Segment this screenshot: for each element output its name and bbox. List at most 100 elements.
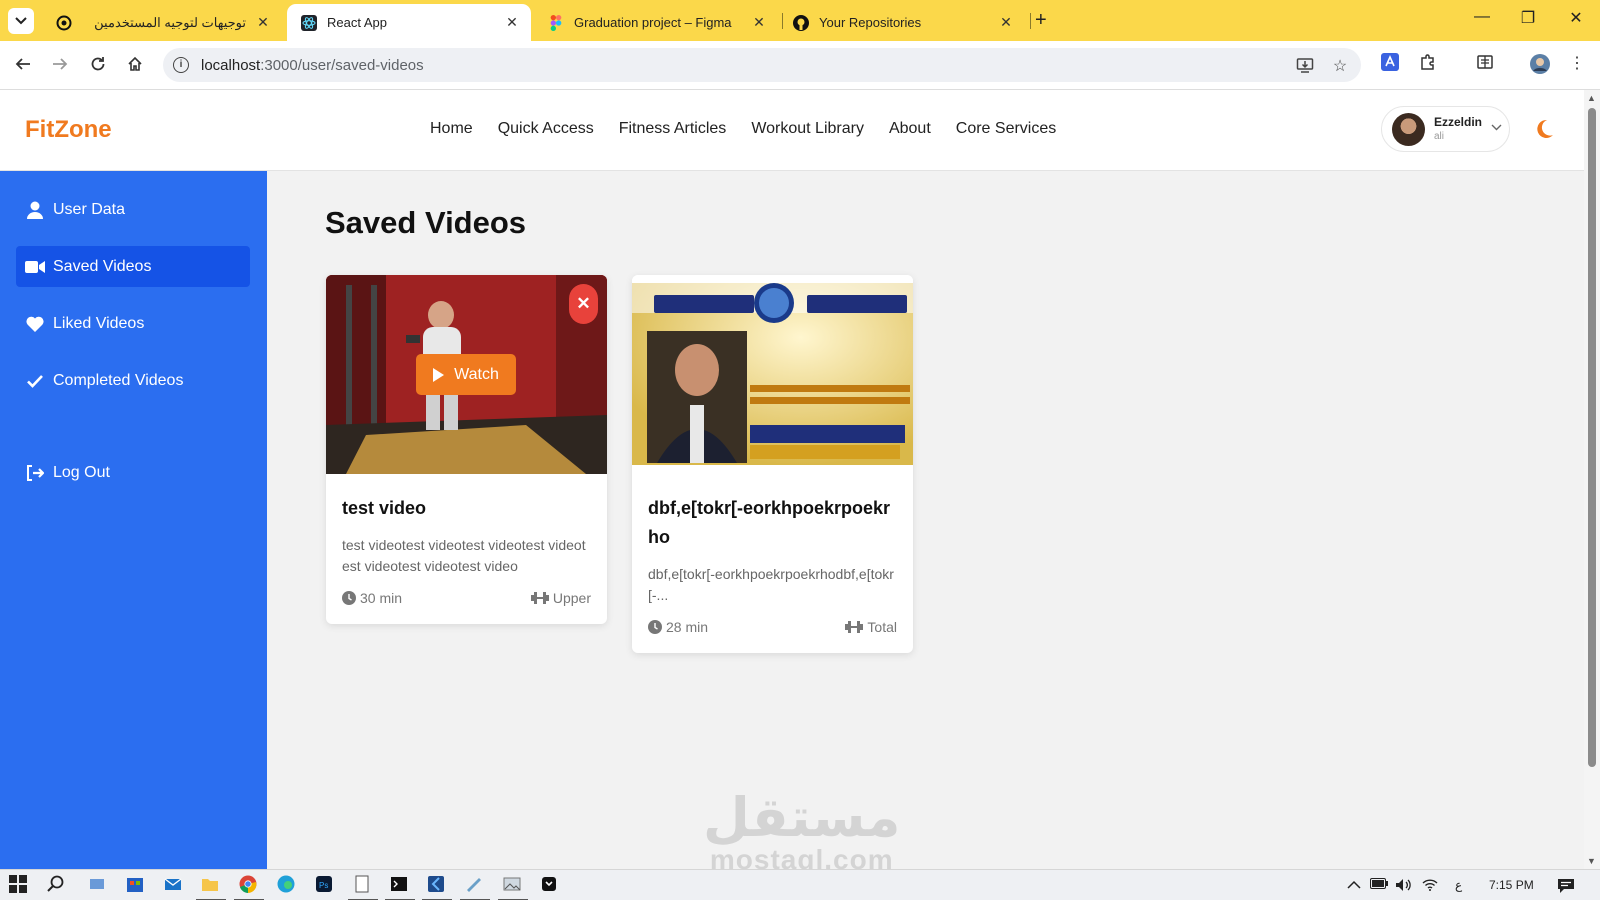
notepad-icon[interactable] <box>348 875 378 900</box>
video-card[interactable]: ✕ Watch test video test videotest videot… <box>326 275 607 624</box>
openai-icon <box>56 15 72 31</box>
browser-tab-2[interactable]: React App ✕ <box>287 4 531 41</box>
sidebar-item-liked-videos[interactable]: Liked Videos <box>16 303 250 344</box>
nav-workout-library[interactable]: Workout Library <box>751 120 864 138</box>
user-menu-button[interactable]: Ezzeldin ali <box>1381 106 1510 152</box>
clock-icon <box>342 591 356 605</box>
os-taskbar: Ps ع 7:15 PM <box>0 869 1600 900</box>
terminal-icon[interactable] <box>385 875 415 900</box>
watch-button[interactable]: Watch <box>416 354 516 395</box>
search-icon[interactable] <box>47 875 67 895</box>
user-icon <box>25 201 45 219</box>
files-app-icon[interactable] <box>88 875 108 895</box>
edge-icon[interactable] <box>277 875 297 895</box>
wifi-icon[interactable] <box>1422 878 1438 894</box>
reading-list-icon[interactable] <box>1473 53 1497 77</box>
logout-button[interactable]: Log Out <box>16 452 250 493</box>
app-icon[interactable] <box>460 875 490 900</box>
minimize-icon[interactable]: — <box>1472 8 1492 26</box>
mail-icon[interactable] <box>164 875 184 895</box>
vscode-icon[interactable] <box>422 875 452 900</box>
clock-time[interactable]: 7:15 PM <box>1489 878 1534 892</box>
dark-mode-toggle-moon-icon[interactable] <box>1533 118 1555 140</box>
logout-icon <box>25 464 45 481</box>
store-icon[interactable] <box>126 875 146 895</box>
duration-text: 28 min <box>666 619 709 635</box>
sidebar: User Data Saved Videos Liked Videos Comp… <box>0 171 267 869</box>
chrome-icon[interactable] <box>234 875 264 900</box>
input-language-indicator[interactable]: ع <box>1455 878 1462 892</box>
sidebar-item-saved-videos[interactable]: Saved Videos <box>16 246 250 287</box>
close-icon[interactable]: ✕ <box>997 14 1015 31</box>
video-thumbnail[interactable]: ✕ Watch <box>326 275 607 474</box>
nav-core-services[interactable]: Core Services <box>956 120 1056 138</box>
volume-icon[interactable] <box>1395 878 1413 895</box>
extension-translate-icon[interactable] <box>1378 53 1402 77</box>
user-name: Ezzeldin <box>1434 115 1483 129</box>
sidebar-item-label: Saved Videos <box>53 257 152 275</box>
video-card[interactable]: dbf,e[tokr[-eorkhpoekrpoekrho dbf,e[tokr… <box>632 275 913 653</box>
logout-label: Log Out <box>53 463 110 481</box>
tab-title: Graduation project – Figma <box>574 15 732 30</box>
tray-chevron-up-icon[interactable] <box>1347 878 1361 892</box>
check-icon <box>25 374 45 388</box>
close-icon[interactable]: ✕ <box>503 14 521 31</box>
app-logo[interactable]: FitZone <box>25 116 112 144</box>
tab-search-button[interactable] <box>8 8 34 34</box>
browser-tab-1[interactable]: توجيهات لتوجيه المستخدمين ✕ <box>48 4 280 41</box>
bookmark-star-icon[interactable]: ☆ <box>1330 56 1350 76</box>
clock-icon <box>648 620 662 634</box>
nav-fitness-articles[interactable]: Fitness Articles <box>619 120 727 138</box>
nav-about[interactable]: About <box>889 120 931 138</box>
battery-icon[interactable] <box>1370 878 1388 892</box>
dumbbell-icon <box>845 621 864 633</box>
video-title: dbf,e[tokr[-eorkhpoekrpoekrho <box>648 498 891 547</box>
site-info-icon[interactable]: i <box>173 57 189 73</box>
windows-start-icon[interactable] <box>9 875 29 895</box>
watermark-arabic: مستقل <box>703 786 901 849</box>
sidebar-item-completed-videos[interactable]: Completed Videos <box>16 360 250 401</box>
page-scrollbar[interactable]: ▲ ▼ <box>1584 90 1600 869</box>
browser-menu-icon[interactable]: ⋮ <box>1565 53 1589 77</box>
back-icon[interactable] <box>12 53 34 75</box>
video-thumbnail[interactable] <box>632 275 913 474</box>
notifications-icon[interactable] <box>1557 878 1575 897</box>
sidebar-item-user-data[interactable]: User Data <box>16 189 250 230</box>
video-description: dbf,e[tokr[-eorkhpoekrpoekrhodbf,e[tokr[… <box>648 566 894 603</box>
profile-avatar-icon[interactable] <box>1528 53 1552 77</box>
reload-icon[interactable] <box>87 53 109 75</box>
browser-tab-4[interactable]: Your Repositories ✕ <box>791 4 1023 41</box>
nav-home[interactable]: Home <box>430 120 473 138</box>
scroll-up-icon[interactable]: ▲ <box>1587 93 1596 103</box>
extensions-puzzle-icon[interactable] <box>1416 53 1440 77</box>
close-icon[interactable]: ✕ <box>750 14 768 31</box>
restore-icon[interactable]: ❐ <box>1518 8 1538 28</box>
nav-quick-access[interactable]: Quick Access <box>498 120 594 138</box>
image-viewer-icon[interactable] <box>498 875 528 900</box>
home-icon[interactable] <box>124 53 146 75</box>
svg-text:Ps: Ps <box>319 881 328 890</box>
close-window-icon[interactable]: ✕ <box>1566 8 1586 28</box>
tab-separator <box>782 13 783 29</box>
forward-icon[interactable] <box>49 53 71 75</box>
duration: 28 min <box>648 619 708 635</box>
url-host: localhost <box>201 57 261 74</box>
close-icon[interactable]: ✕ <box>254 14 272 31</box>
category: Upper <box>530 590 591 606</box>
file-explorer-icon[interactable] <box>196 875 226 900</box>
avatar <box>1392 113 1425 146</box>
watch-label: Watch <box>454 365 499 383</box>
play-icon <box>433 367 445 382</box>
address-bar[interactable]: i localhost:3000/user/saved-videos ☆ <box>163 48 1361 82</box>
dev-tool-icon[interactable] <box>540 875 560 895</box>
photoshop-icon[interactable]: Ps <box>315 875 335 895</box>
scroll-down-icon[interactable]: ▼ <box>1587 856 1596 866</box>
heart-icon <box>25 316 45 332</box>
new-tab-button[interactable]: + <box>1035 9 1047 32</box>
scroll-thumb[interactable] <box>1588 108 1596 767</box>
install-app-icon[interactable] <box>1295 56 1315 76</box>
thumbnail-image <box>632 283 913 465</box>
browser-tab-3[interactable]: Graduation project – Figma ✕ <box>546 4 776 41</box>
sidebar-item-label: Liked Videos <box>53 314 145 332</box>
remove-saved-button[interactable]: ✕ <box>569 284 598 324</box>
